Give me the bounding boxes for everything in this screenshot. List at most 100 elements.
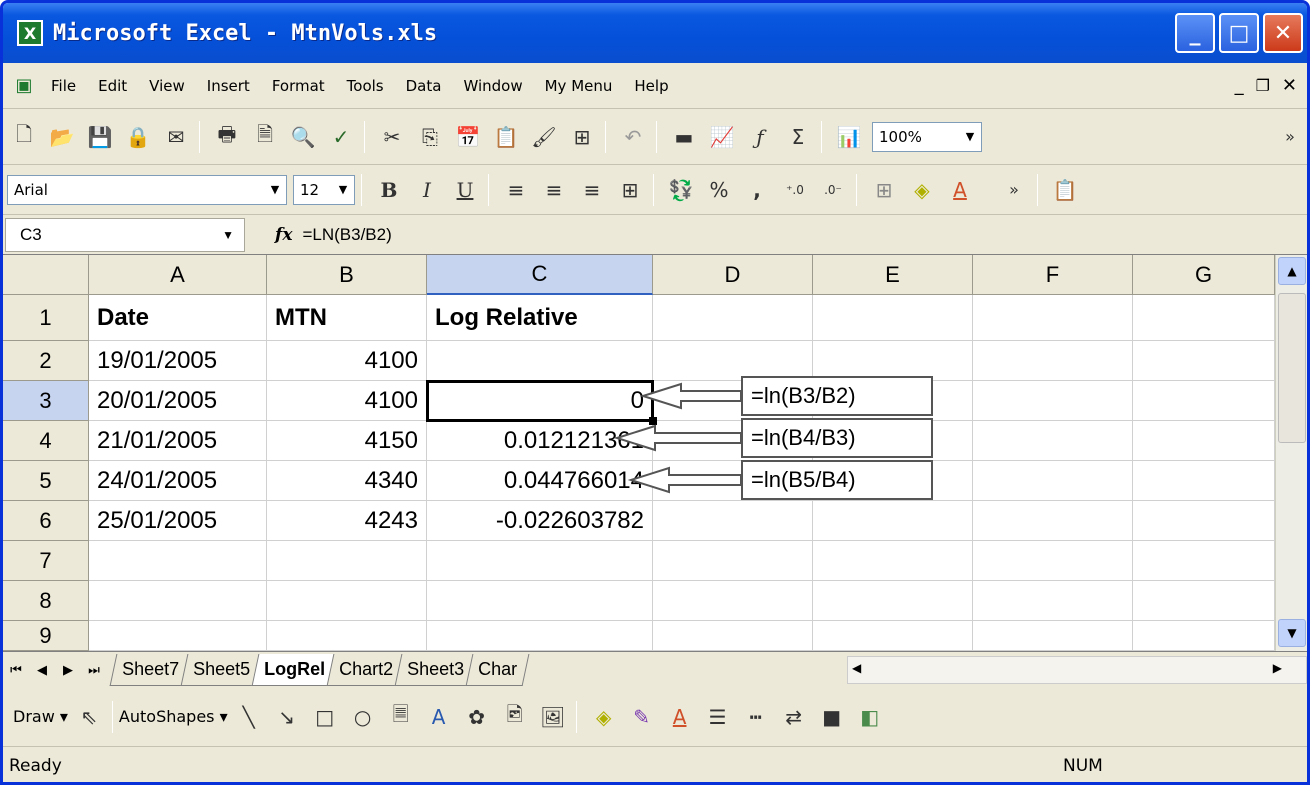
borders-icon[interactable]: ⊞	[867, 173, 901, 207]
maximize-button[interactable]: □	[1219, 13, 1259, 53]
horizontal-scrollbar[interactable]: ◀ ▶	[847, 655, 1307, 684]
comma-button[interactable]: ,	[740, 173, 774, 207]
select-objects-icon[interactable]: ⇖	[72, 700, 106, 734]
menu-insert[interactable]: Insert	[207, 77, 250, 95]
print-preview-icon[interactable]: 🗎	[248, 120, 282, 154]
open-icon[interactable]: 📂	[45, 120, 79, 154]
oval-icon[interactable]: ○	[346, 700, 380, 734]
dash-style-icon[interactable]: ┅	[739, 700, 773, 734]
formula-input[interactable]: =LN(B3/B2)	[302, 225, 391, 245]
first-sheet-icon[interactable]: ⏮	[3, 662, 29, 678]
line-icon[interactable]: ╲	[232, 700, 266, 734]
spelling-icon[interactable]: ✓	[324, 120, 358, 154]
vertical-scrollbar[interactable]: ▲ ▼	[1275, 255, 1307, 651]
minimize-button[interactable]: _	[1175, 13, 1215, 53]
toolbar-options-icon[interactable]: »	[1273, 120, 1307, 154]
shadow-icon[interactable]: ■	[815, 700, 849, 734]
fill-color-icon[interactable]: ◈	[905, 173, 939, 207]
align-center-icon[interactable]: ≡	[537, 173, 571, 207]
arrow-right-icon[interactable]: ▶	[1273, 661, 1282, 675]
align-left-icon[interactable]: ≡	[499, 173, 533, 207]
workbook-icon[interactable]: ▣	[7, 69, 41, 103]
permission-icon[interactable]: 🔒	[121, 120, 155, 154]
close-button[interactable]: ✕	[1263, 13, 1303, 53]
format-painter-icon[interactable]: 🖌	[527, 120, 561, 154]
doc-close-icon[interactable]: ✕	[1282, 75, 1297, 96]
scroll-down-button[interactable]: ▼	[1278, 619, 1306, 647]
sheet-tab[interactable]: Sheet3	[394, 653, 477, 686]
diagram-icon[interactable]: ✿	[460, 700, 494, 734]
menu-tools[interactable]: Tools	[347, 77, 384, 95]
save-icon[interactable]: 💾	[83, 120, 117, 154]
autoshapes-menu[interactable]: AutoShapes ▾	[119, 707, 228, 726]
prev-sheet-icon[interactable]: ◀	[29, 662, 55, 678]
excel-icon[interactable]: X	[17, 20, 43, 46]
menu-file[interactable]: File	[51, 77, 76, 95]
insert-chart-icon[interactable]: 📈	[705, 120, 739, 154]
currency-icon[interactable]: 💱	[664, 173, 698, 207]
next-sheet-icon[interactable]: ▶	[55, 662, 81, 678]
menu-view[interactable]: View	[149, 77, 185, 95]
copy-icon[interactable]: ⎘	[413, 120, 447, 154]
merge-icon[interactable]: ⊞	[565, 120, 599, 154]
insert-function-icon[interactable]: fx	[275, 225, 292, 245]
arrow-style-icon[interactable]: ⇄	[777, 700, 811, 734]
draw-menu[interactable]: Draw ▾	[13, 707, 68, 726]
decrease-decimal-icon[interactable]: .0⁻	[816, 173, 850, 207]
menu-edit[interactable]: Edit	[98, 77, 127, 95]
increase-decimal-icon[interactable]: ⁺.0	[778, 173, 812, 207]
autosum-icon[interactable]: Σ	[781, 120, 815, 154]
menu-window[interactable]: Window	[463, 77, 522, 95]
menu-data[interactable]: Data	[406, 77, 442, 95]
sheet-tab[interactable]: Char	[465, 653, 530, 686]
function-icon[interactable]: ƒ	[743, 120, 777, 154]
scroll-up-button[interactable]: ▲	[1278, 257, 1306, 285]
menu-format[interactable]: Format	[272, 77, 325, 95]
spreadsheet-grid[interactable]: A B C D E F G 1 Date MTN Log Relative 2 19/01/2005 41…	[3, 255, 1275, 651]
research-icon[interactable]: 🔍	[286, 120, 320, 154]
arrow-icon[interactable]: ↘	[270, 700, 304, 734]
rectangle-icon[interactable]: □	[308, 700, 342, 734]
print-icon[interactable]: 🖶	[210, 120, 244, 154]
paste-options-icon[interactable]: 📋	[1048, 173, 1082, 207]
wordart-icon[interactable]: A	[422, 700, 456, 734]
menu-my-menu[interactable]: My Menu	[545, 77, 613, 95]
line-style-icon[interactable]: ☰	[701, 700, 735, 734]
sheet-tab[interactable]: LogRel	[251, 653, 338, 686]
undo-icon[interactable]: ↶	[616, 120, 650, 154]
email-icon[interactable]: ✉	[159, 120, 193, 154]
clip-art-icon[interactable]: 🖻	[498, 700, 532, 734]
picture-icon[interactable]: 🖼	[536, 700, 570, 734]
menu-help[interactable]: Help	[634, 77, 668, 95]
font-color-icon[interactable]: A	[663, 700, 697, 734]
bold-button[interactable]: B	[372, 173, 406, 207]
doc-restore-icon[interactable]: ❐	[1256, 76, 1270, 95]
align-right-icon[interactable]: ≡	[575, 173, 609, 207]
underline-button[interactable]: U	[448, 173, 482, 207]
merge-center-icon[interactable]: ⊞	[613, 173, 647, 207]
new-icon[interactable]: 🗋	[7, 120, 41, 154]
sheet-tab[interactable]: Sheet5	[180, 653, 263, 686]
text-box-icon[interactable]: 🗏	[384, 700, 418, 734]
line-color-icon[interactable]: ✎	[625, 700, 659, 734]
sheet-tab[interactable]: Chart2	[326, 653, 406, 686]
3d-icon[interactable]: ◧	[853, 700, 887, 734]
toolbar-options-icon[interactable]: »	[997, 173, 1031, 207]
font-size-combo[interactable]: 12 ▼	[293, 174, 355, 205]
arrow-left-icon[interactable]: ◀	[852, 661, 861, 675]
italic-button[interactable]: I	[410, 173, 444, 207]
scroll-thumb[interactable]	[1278, 293, 1306, 443]
name-box[interactable]: C3 ▼	[5, 217, 245, 252]
border-icon[interactable]: ▬	[667, 120, 701, 154]
zoom-combo[interactable]: 100% ▼	[872, 121, 982, 152]
chart-wizard-icon[interactable]: 📊	[832, 120, 866, 154]
doc-minimize-icon[interactable]: _	[1235, 75, 1244, 96]
paste-icon[interactable]: 📋	[489, 120, 523, 154]
percent-button[interactable]: %	[702, 173, 736, 207]
last-sheet-icon[interactable]: ⏭	[81, 662, 107, 678]
fill-color-icon[interactable]: ◈	[587, 700, 621, 734]
font-combo[interactable]: Arial ▼	[7, 174, 287, 205]
clipboard-icon[interactable]: 📅	[451, 120, 485, 154]
sheet-tab[interactable]: Sheet7	[109, 653, 192, 686]
cut-icon[interactable]: ✂	[375, 120, 409, 154]
